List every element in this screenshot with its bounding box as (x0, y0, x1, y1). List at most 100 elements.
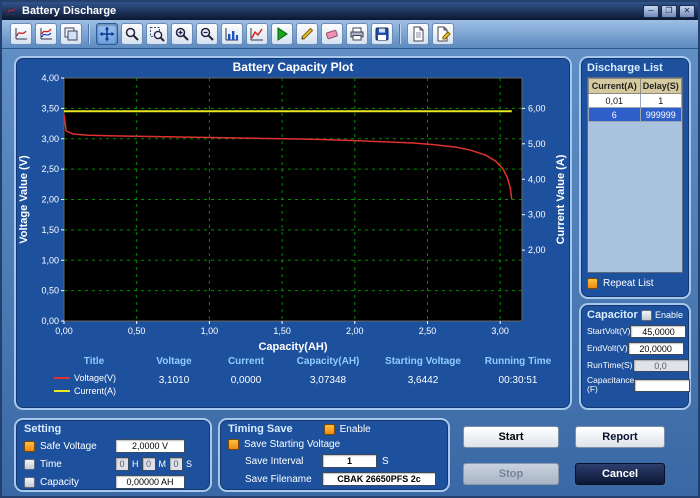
time-label: Time (40, 459, 110, 470)
edit-icon[interactable] (296, 23, 318, 45)
svg-text:0,50: 0,50 (41, 286, 59, 296)
windows-overlay-icon (63, 26, 79, 42)
curve-single-icon[interactable] (10, 23, 32, 45)
run-icon (274, 26, 290, 42)
save-filename-label: Save Filename (245, 474, 317, 485)
timing-save-panel: Timing Save Enable Save Starting Voltage… (218, 418, 450, 492)
minimize-button[interactable]: ─ (643, 5, 659, 18)
capacitor-panel: Capacitor Enable StartVolt(V)EndVolt(V)R… (579, 303, 691, 410)
stop-button[interactable]: Stop (463, 463, 559, 485)
chart-red-icon (249, 26, 265, 42)
capacity-checkbox[interactable] (24, 477, 35, 488)
battery-capacity-chart: 4,003,503,002,502,001,501,000,500,006,00… (16, 58, 570, 354)
zoom-select-icon[interactable] (146, 23, 168, 45)
print-icon[interactable] (346, 23, 368, 45)
svg-text:0,00: 0,00 (41, 316, 59, 326)
svg-text:1,00: 1,00 (41, 255, 59, 265)
save-starting-voltage-checkbox[interactable] (228, 439, 239, 450)
legend-item: Current(A) (50, 386, 116, 396)
safe-voltage-input[interactable] (115, 439, 185, 453)
time-checkbox[interactable] (24, 459, 35, 470)
capacitance-field[interactable] (634, 379, 690, 392)
discharge-table[interactable]: Current(A)Delay(S)0,0116999999 (588, 78, 682, 122)
chart-blue-icon[interactable] (221, 23, 243, 45)
doc-edit-icon[interactable] (432, 23, 454, 45)
start-button[interactable]: Start (463, 426, 559, 448)
zoom-icon[interactable] (121, 23, 143, 45)
column-header: Delay(S) (640, 79, 681, 94)
stat-header: Current (228, 356, 264, 367)
discharge-list-title: Discharge List (587, 62, 683, 74)
svg-text:3,00: 3,00 (41, 134, 59, 144)
discharge-list-panel: Discharge List Current(A)Delay(S)0,01169… (579, 56, 691, 299)
svg-text:Current Value (A): Current Value (A) (555, 154, 567, 244)
maximize-button[interactable]: ❐ (661, 5, 677, 18)
curve-multi-icon[interactable] (35, 23, 57, 45)
stat-value: 3,1010 (159, 375, 190, 386)
legend-item: Voltage(V) (50, 373, 116, 383)
runtime-field[interactable] (633, 359, 689, 372)
curve-multi-icon (38, 26, 54, 42)
erase-icon[interactable] (321, 23, 343, 45)
endvolt-field[interactable] (628, 342, 684, 355)
time-seconds-input[interactable] (169, 457, 183, 471)
chart-red-icon[interactable] (246, 23, 268, 45)
windows-overlay-icon[interactable] (60, 23, 82, 45)
zoom-out-icon (199, 26, 215, 42)
svg-text:Battery Capacity Plot: Battery Capacity Plot (233, 60, 354, 74)
time-minutes-input[interactable] (142, 457, 156, 471)
table-cell[interactable]: 1 (640, 94, 681, 108)
capacity-input[interactable] (115, 475, 185, 489)
svg-text:1,50: 1,50 (273, 326, 291, 336)
zoom-icon (124, 26, 140, 42)
save-interval-input[interactable] (322, 454, 377, 468)
close-button[interactable]: ✕ (679, 5, 695, 18)
capacitor-enable-checkbox[interactable] (641, 310, 652, 321)
report-button[interactable]: Report (575, 426, 665, 448)
svg-text:Voltage Value (V): Voltage Value (V) (18, 155, 30, 244)
table-cell[interactable]: 6 (589, 108, 641, 122)
discharge-table-area[interactable]: Current(A)Delay(S)0,0116999999 (587, 77, 683, 273)
svg-text:Capacity(AH): Capacity(AH) (258, 341, 327, 353)
timing-enable-label: Enable (340, 424, 371, 435)
minutes-unit-label: M (159, 459, 167, 469)
time-hours-input[interactable] (115, 457, 129, 471)
capacitor-fields: StartVolt(V)EndVolt(V)RunTime(S)Capacita… (587, 325, 683, 395)
table-cell[interactable]: 0,01 (589, 94, 641, 108)
stat-value: 00:30:51 (499, 375, 538, 386)
save-icon[interactable] (371, 23, 393, 45)
save-icon (374, 26, 390, 42)
save-interval-label: Save Interval (245, 456, 317, 467)
zoom-out-icon[interactable] (196, 23, 218, 45)
erase-icon (324, 26, 340, 42)
stat-header: Capacity(AH) (297, 356, 360, 367)
zoom-in-icon (174, 26, 190, 42)
toolbar (2, 20, 698, 49)
table-row[interactable]: 6999999 (589, 108, 682, 122)
repeat-list-checkbox[interactable] (587, 278, 598, 289)
repeat-list-label: Repeat List (603, 278, 654, 289)
svg-text:0,00: 0,00 (55, 326, 73, 336)
timing-enable-checkbox[interactable] (324, 424, 335, 435)
save-filename-input[interactable] (322, 472, 436, 486)
column-header: Current(A) (589, 79, 641, 94)
zoom-in-icon[interactable] (171, 23, 193, 45)
svg-text:4,00: 4,00 (41, 73, 59, 83)
startvolt-field[interactable] (630, 325, 686, 338)
report-doc-icon[interactable] (407, 23, 429, 45)
pan-icon[interactable] (96, 23, 118, 45)
field-label: RunTime(S) (587, 361, 633, 370)
table-cell[interactable]: 999999 (640, 108, 681, 122)
svg-text:2,00: 2,00 (41, 195, 59, 205)
curve-single-icon (13, 26, 29, 42)
stat-value: 0,0000 (231, 375, 262, 386)
report-doc-icon (410, 26, 426, 42)
safe-voltage-checkbox[interactable] (24, 441, 35, 452)
run-icon[interactable] (271, 23, 293, 45)
table-row[interactable]: 0,011 (589, 94, 682, 108)
cancel-button[interactable]: Cancel (575, 463, 665, 485)
svg-text:3,50: 3,50 (41, 103, 59, 113)
capacitor-title: Capacitor (587, 309, 638, 321)
window-title: Battery Discharge (22, 2, 639, 20)
zoom-select-icon (149, 26, 165, 42)
